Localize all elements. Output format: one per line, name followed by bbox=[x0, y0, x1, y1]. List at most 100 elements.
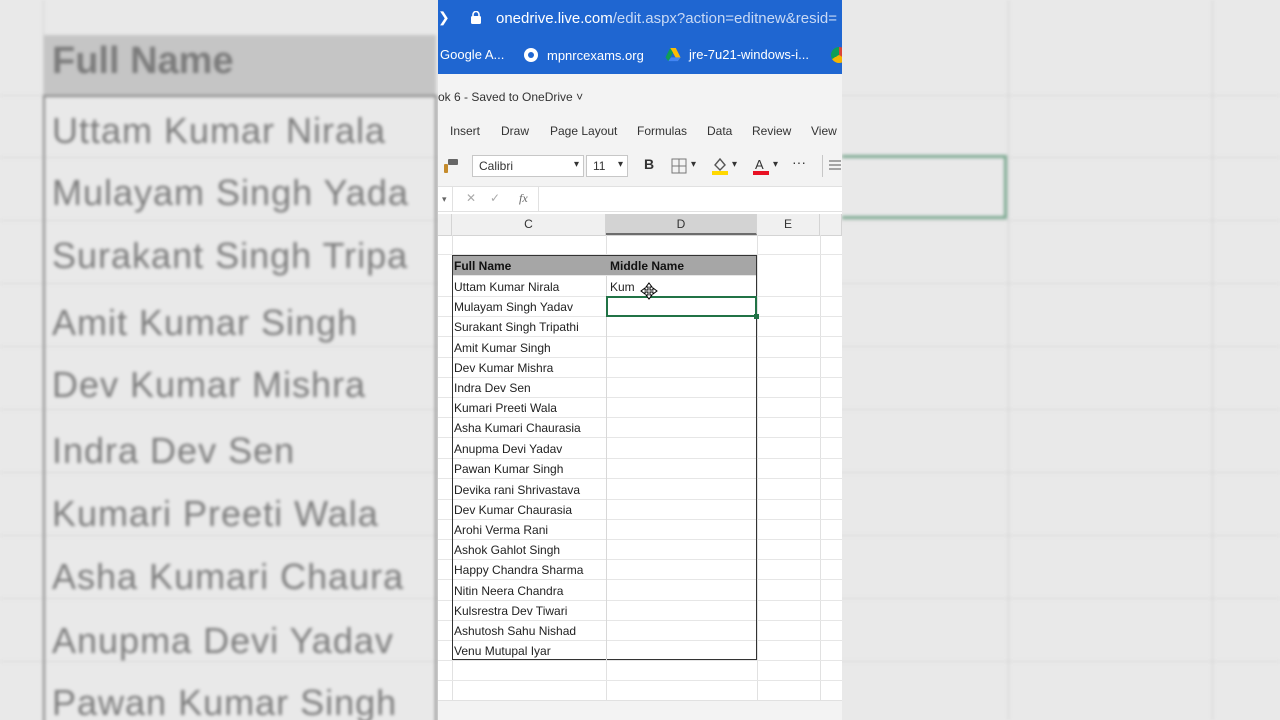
chevron-down-icon[interactable]: ▾ bbox=[691, 159, 696, 170]
header-middle-name[interactable]: Middle Name bbox=[610, 256, 756, 276]
font-name-dropdown[interactable]: Calibri ▾ bbox=[472, 155, 584, 177]
table-row: Happy Chandra Sharma bbox=[438, 560, 842, 580]
function-icon[interactable]: fx bbox=[519, 191, 528, 206]
cell-middle-name[interactable] bbox=[610, 520, 756, 540]
cell-middle-name[interactable] bbox=[610, 500, 756, 520]
cell-full-name[interactable]: Devika rani Shrivastava bbox=[454, 480, 606, 500]
table-row bbox=[438, 235, 842, 255]
active-cell-selection[interactable] bbox=[606, 296, 757, 317]
tab-formulas[interactable]: Formulas bbox=[637, 124, 687, 138]
cell-full-name[interactable]: Dev Kumar Mishra bbox=[454, 358, 606, 378]
cell-middle-name[interactable] bbox=[610, 480, 756, 500]
cell-full-name[interactable]: Dev Kumar Chaurasia bbox=[454, 500, 606, 520]
borders-icon[interactable] bbox=[671, 158, 687, 174]
table-row bbox=[438, 681, 842, 701]
chevron-down-icon: ▾ bbox=[617, 159, 623, 170]
sheet-bottom-bar bbox=[438, 700, 842, 720]
chevron-down-icon[interactable]: ▾ bbox=[732, 159, 737, 170]
table-row: Venu Mutupal Iyar bbox=[438, 641, 842, 661]
table-row: Dev Kumar Mishra bbox=[438, 358, 842, 378]
bookmark-mpnrcexams[interactable]: mpnrcexams.org bbox=[523, 47, 644, 63]
cell-full-name[interactable]: Anupma Devi Yadav bbox=[454, 439, 606, 459]
table-header-row: Full Name Middle Name bbox=[452, 256, 757, 276]
document-title[interactable]: ok 6 - Saved to OneDrive ˅ bbox=[438, 90, 583, 104]
font-size-value: 11 bbox=[593, 159, 606, 173]
bold-button[interactable]: B bbox=[644, 156, 654, 172]
column-header-f[interactable] bbox=[820, 214, 842, 235]
cell-full-name[interactable]: Ashutosh Sahu Nishad bbox=[454, 621, 606, 641]
cell-middle-name[interactable] bbox=[610, 601, 756, 621]
more-options-button[interactable]: ··· bbox=[792, 154, 806, 170]
table-row: Pawan Kumar Singh bbox=[438, 459, 842, 479]
enter-icon[interactable]: ✓ bbox=[490, 191, 500, 205]
address-bar[interactable]: ❯ onedrive.live.com/edit.aspx?action=edi… bbox=[438, 0, 842, 38]
bookmark-jre[interactable]: jre-7u21-windows-i... bbox=[665, 47, 809, 62]
column-header-e[interactable]: E bbox=[757, 214, 820, 235]
tab-review[interactable]: Review bbox=[752, 124, 791, 138]
cell-full-name[interactable]: Uttam Kumar Nirala bbox=[454, 277, 606, 297]
cell-full-name[interactable]: Amit Kumar Singh bbox=[454, 338, 606, 358]
cell-middle-name[interactable] bbox=[610, 439, 756, 459]
browser-view: ❯ onedrive.live.com/edit.aspx?action=edi… bbox=[438, 0, 842, 720]
column-header-c[interactable]: C bbox=[452, 214, 606, 235]
cell-full-name[interactable]: Happy Chandra Sharma bbox=[454, 560, 606, 580]
cell-middle-name[interactable] bbox=[610, 338, 756, 358]
cell-full-name[interactable]: Surakant Singh Tripathi bbox=[454, 317, 606, 337]
column-header-d[interactable]: D bbox=[606, 214, 757, 235]
cell-full-name[interactable]: Mulayam Singh Yadav bbox=[454, 297, 606, 317]
cell-middle-name[interactable]: Kum bbox=[610, 277, 756, 297]
cell-middle-name[interactable] bbox=[610, 560, 756, 580]
header-full-name[interactable]: Full Name bbox=[454, 256, 606, 276]
tab-data[interactable]: Data bbox=[707, 124, 732, 138]
table-row: Amit Kumar Singh bbox=[438, 338, 842, 358]
name-box-chevron-icon[interactable]: ▾ bbox=[442, 194, 447, 205]
format-painter-icon[interactable] bbox=[443, 158, 459, 174]
tab-view[interactable]: View bbox=[811, 124, 837, 138]
fill-handle[interactable] bbox=[754, 314, 759, 319]
cell-middle-name[interactable] bbox=[610, 540, 756, 560]
cell-middle-name[interactable] bbox=[610, 581, 756, 601]
cell-full-name[interactable]: Nitin Neera Chandra bbox=[454, 581, 606, 601]
bookmark-chrome[interactable] bbox=[831, 47, 842, 63]
fill-color-icon[interactable] bbox=[711, 156, 729, 176]
font-color-icon[interactable]: A bbox=[752, 156, 770, 176]
bookmark-label: mpnrcexams.org bbox=[547, 47, 644, 63]
tab-page-layout[interactable]: Page Layout bbox=[550, 124, 617, 138]
align-icon[interactable] bbox=[828, 158, 842, 174]
cell-full-name[interactable]: Pawan Kumar Singh bbox=[454, 459, 606, 479]
lock-icon bbox=[471, 11, 481, 24]
cell-middle-name[interactable] bbox=[610, 378, 756, 398]
cell-middle-name[interactable] bbox=[610, 459, 756, 479]
table-row: Surakant Singh Tripathi bbox=[438, 317, 842, 337]
cell-full-name[interactable]: Asha Kumari Chaurasia bbox=[454, 418, 606, 438]
table-row: Dev Kumar Chaurasia bbox=[438, 500, 842, 520]
row-header-corner[interactable] bbox=[438, 214, 452, 235]
tab-draw[interactable]: Draw bbox=[501, 124, 529, 138]
cell-middle-name[interactable] bbox=[610, 641, 756, 661]
bg-active-cell bbox=[842, 155, 1007, 219]
cell-middle-name[interactable] bbox=[610, 358, 756, 378]
chevron-down-icon[interactable]: ▾ bbox=[773, 159, 778, 170]
cell-full-name[interactable]: Kulsrestra Dev Tiwari bbox=[454, 601, 606, 621]
cell-full-name[interactable]: Indra Dev Sen bbox=[454, 378, 606, 398]
formula-divider bbox=[452, 187, 453, 211]
table-row: Arohi Verma Rani bbox=[438, 520, 842, 540]
cell-full-name[interactable]: Kumari Preeti Wala bbox=[454, 398, 606, 418]
move-cursor-icon bbox=[640, 282, 658, 300]
cell-middle-name[interactable] bbox=[610, 317, 756, 337]
table-row: Kumari Preeti Wala bbox=[438, 398, 842, 418]
table-row: Devika rani Shrivastava bbox=[438, 480, 842, 500]
font-name-value: Calibri bbox=[479, 159, 514, 173]
cell-full-name[interactable]: Venu Mutupal Iyar bbox=[454, 641, 606, 661]
tab-insert[interactable]: Insert bbox=[450, 124, 480, 138]
cell-middle-name[interactable] bbox=[610, 418, 756, 438]
cell-full-name[interactable]: Ashok Gahlot Singh bbox=[454, 540, 606, 560]
cancel-icon[interactable]: ✕ bbox=[466, 191, 476, 205]
table-column-divider bbox=[606, 276, 607, 660]
cell-middle-name[interactable] bbox=[610, 398, 756, 418]
bookmark-google-apps[interactable]: Google A... bbox=[440, 47, 504, 62]
column-headers: C D E bbox=[438, 214, 842, 236]
cell-middle-name[interactable] bbox=[610, 621, 756, 641]
font-size-dropdown[interactable]: 11 ▾ bbox=[586, 155, 628, 177]
cell-full-name[interactable]: Arohi Verma Rani bbox=[454, 520, 606, 540]
